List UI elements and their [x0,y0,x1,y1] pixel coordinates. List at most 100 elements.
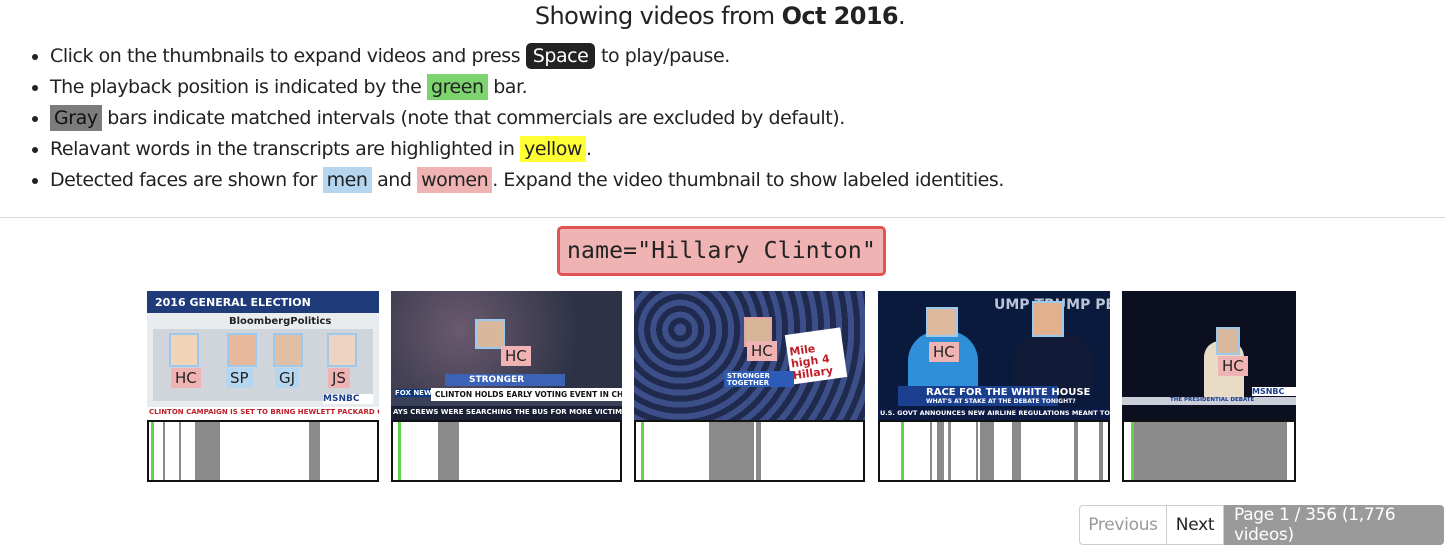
video-timeline[interactable] [1122,420,1296,482]
space-key-badge: Space [525,43,596,69]
network-logo: MSNBC [323,394,373,404]
matched-interval-bar [1098,422,1104,480]
instruction-text: bars indicate matched intervals (note th… [101,107,845,129]
instruction-text: and [371,169,418,191]
matched-interval-bar [756,422,761,480]
video-card[interactable]: 2016 GENERAL ELECTION BloombergPolitics … [147,291,379,482]
instruction-text: Relavant words in the transcripts are hi… [50,138,521,160]
previous-label: Previous [1088,515,1158,535]
matched-interval-bar [1073,422,1079,480]
playback-position-bar[interactable] [900,422,904,480]
face-label: HC [929,342,959,362]
lower-third-text: THE PRESIDENTIAL DEBATE [1170,397,1255,403]
instruction-text: Click on the thumbnails to expand videos… [50,45,526,67]
sign-text: Mile high 4 Hillary [788,342,834,383]
gray-highlight: Gray [50,105,102,131]
matched-interval-bar [194,422,220,480]
alert-text: FOX NEWS ALERT [395,389,431,397]
page-title-month: Oct 2016 [781,2,899,30]
video-card[interactable]: HC MSNBC THE PRESIDENTIAL DEBATE [1122,291,1296,482]
instruction-item: Relavant words in the transcripts are hi… [50,134,1004,165]
banner-text: STRONGER TOGETHER [727,373,770,387]
video-card[interactable]: HC STRONGER FOX NEWS ALERT CLINTON HOLDS… [391,291,622,482]
lower-third-text: RACE FOR THE WHITE HOUSE [926,387,1091,398]
face-box [273,333,303,367]
face-box [1216,327,1240,355]
network-logo: MSNBC [1252,387,1296,396]
next-label: Next [1175,515,1215,535]
video-timeline[interactable] [147,420,379,482]
face-box [1032,301,1064,337]
instruction-item: Click on the thumbnails to expand videos… [50,41,1004,72]
pagination: Previous Next Page 1 / 356 (1,776 videos… [1079,505,1444,545]
instruction-item: The playback position is indicated by th… [50,72,1004,103]
banner-text: STRONGER [469,375,525,385]
matched-interval-bar [980,422,994,480]
matched-interval-bar [1134,422,1288,480]
face-label: HC [747,341,777,361]
playback-position-bar[interactable] [151,422,155,480]
face-label: HC [171,368,201,388]
matched-interval-bar [308,422,320,480]
instruction-text: to play/pause. [595,45,730,67]
men-highlight: men [322,167,372,193]
matched-interval-bar [937,422,944,480]
previous-page-button[interactable]: Previous [1079,505,1167,545]
video-thumbnail[interactable]: HC Mile high 4 Hillary STRONGER TOGETHER [634,291,865,420]
instruction-item: Detected faces are shown for men and wom… [50,165,1004,196]
green-highlight: green [426,74,488,100]
video-card[interactable]: HC Mile high 4 Hillary STRONGER TOGETHER [634,291,865,482]
face-label: GJ [275,368,300,388]
matched-interval-bar [162,422,165,480]
playback-position-bar[interactable] [397,422,401,480]
instruction-text: . Expand the video thumbnail to show lab… [492,169,1004,191]
ticker-text: CLINTON CAMPAIGN IS SET TO BRING HEWLETT… [149,408,379,416]
next-page-button[interactable]: Next [1167,505,1224,545]
thumb-header-text: 2016 GENERAL ELECTION [155,296,311,309]
video-thumbnail[interactable]: HC STRONGER FOX NEWS ALERT CLINTON HOLDS… [391,291,622,420]
page-title-suffix: . [898,2,906,30]
face-label: JS [328,368,350,388]
matched-interval-bar [178,422,181,480]
matched-interval-bar [930,422,933,480]
face-box [475,319,505,349]
playback-position-bar[interactable] [640,422,644,480]
page-title: Showing videos from Oct 2016. [0,2,1440,30]
face-box [926,307,958,337]
section-divider [0,217,1445,218]
matched-interval-bar [708,422,755,480]
video-thumbnail[interactable]: UMP TRUMP PENCE HC RACE FOR THE WHITE HO… [878,291,1110,420]
video-thumbnail[interactable]: HC MSNBC THE PRESIDENTIAL DEBATE [1122,291,1296,420]
video-card[interactable]: UMP TRUMP PENCE HC RACE FOR THE WHITE HO… [878,291,1110,482]
face-box [327,333,357,367]
query-text: name="Hillary Clinton" [566,238,877,264]
matched-interval-bar [1012,422,1022,480]
video-timeline[interactable] [634,420,865,482]
video-thumbnail[interactable]: 2016 GENERAL ELECTION BloombergPolitics … [147,291,379,420]
ticker-text: AYS CREWS WERE SEARCHING THE BUS FOR MOR… [393,408,622,416]
face-label: SP [226,368,253,388]
video-timeline[interactable] [391,420,622,482]
instruction-text: bar. [487,76,528,98]
women-highlight: women [417,167,493,193]
matched-interval-bar [948,422,951,480]
person-right [1013,333,1093,393]
yellow-highlight: yellow [520,136,586,162]
face-label: HC [501,346,531,366]
playback-position-bar[interactable] [1130,422,1134,480]
page-info: Page 1 / 356 (1,776 videos) [1224,505,1444,545]
matched-interval-bar [975,422,979,480]
instruction-item: Gray bars indicate matched intervals (no… [50,103,1004,134]
matched-interval-bar [438,422,459,480]
instruction-text: . [586,138,592,160]
video-timeline[interactable] [878,420,1110,482]
face-box [227,333,257,367]
page-title-prefix: Showing videos from [534,2,782,30]
thumb-subheader-text: BloombergPolitics [229,316,332,327]
query-badge[interactable]: name="Hillary Clinton" [557,226,886,276]
face-box [169,333,199,367]
lower-third-subtext: WHAT'S AT STAKE AT THE DEBATE TONIGHT? [926,398,1076,405]
instruction-text: The playback position is indicated by th… [50,76,427,98]
page-info-text: Page 1 / 356 (1,776 videos) [1234,505,1396,545]
instruction-text: Detected faces are shown for [50,169,323,191]
